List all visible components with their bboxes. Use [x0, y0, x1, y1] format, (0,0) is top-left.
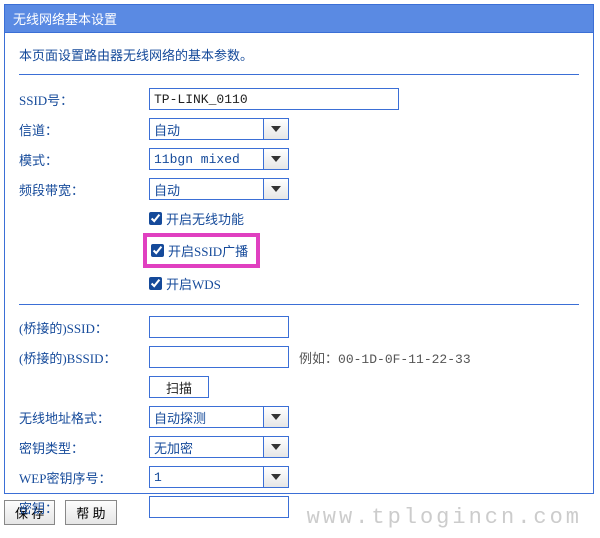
enable-wds-label: 开启WDS — [166, 274, 221, 293]
panel-title: 无线网络基本设置 — [5, 5, 593, 33]
wireless-settings-panel: 无线网络基本设置 本页面设置路由器无线网络的基本参数。 SSID号： 信道： 自… — [4, 4, 594, 494]
section-divider — [19, 304, 579, 305]
enable-wds-row[interactable]: 开启WDS — [149, 272, 579, 294]
chevron-down-icon — [271, 156, 281, 162]
enable-wds-checkbox[interactable] — [149, 277, 162, 290]
channel-label: 信道： — [19, 120, 149, 139]
chevron-down-icon — [271, 186, 281, 192]
key-label: 密钥： — [19, 498, 149, 517]
mode-select[interactable]: 11bgn mixed — [149, 148, 263, 170]
highlighted-ssid-broadcast: 开启SSID广播 — [143, 233, 260, 268]
bssid-example: 例如：00-1D-0F-11-22-33 — [299, 348, 471, 367]
wep-index-label: WEP密钥序号： — [19, 468, 149, 487]
enable-wireless-label: 开启无线功能 — [166, 209, 244, 228]
wep-index-select[interactable]: 1 — [149, 466, 263, 488]
chevron-down-icon — [271, 444, 281, 450]
mode-label: 模式： — [19, 150, 149, 169]
chevron-down-icon — [271, 126, 281, 132]
bridge-bssid-label: (桥接的)BSSID： — [19, 348, 149, 367]
mode-dropdown-button[interactable] — [263, 148, 289, 170]
enable-wireless-row[interactable]: 开启无线功能 — [149, 207, 579, 229]
addr-format-dropdown-button[interactable] — [263, 406, 289, 428]
bridge-ssid-input[interactable] — [149, 316, 289, 338]
key-type-select[interactable]: 无加密 — [149, 436, 263, 458]
scan-button[interactable]: 扫描 — [149, 376, 209, 398]
panel-body: 本页面设置路由器无线网络的基本参数。 SSID号： 信道： 自动 模式： 11b… — [5, 33, 593, 537]
enable-wireless-checkbox[interactable] — [149, 212, 162, 225]
key-type-label: 密钥类型： — [19, 438, 149, 457]
bandwidth-label: 频段带宽： — [19, 180, 149, 199]
channel-dropdown-button[interactable] — [263, 118, 289, 140]
bridge-bssid-input[interactable] — [149, 346, 289, 368]
chevron-down-icon — [271, 474, 281, 480]
wep-index-dropdown-button[interactable] — [263, 466, 289, 488]
intro-text: 本页面设置路由器无线网络的基本参数。 — [19, 45, 579, 75]
bridge-ssid-label: (桥接的)SSID： — [19, 318, 149, 337]
enable-ssid-broadcast-checkbox[interactable] — [151, 244, 164, 257]
channel-select[interactable]: 自动 — [149, 118, 263, 140]
ssid-input[interactable] — [149, 88, 399, 110]
addr-format-select[interactable]: 自动探测 — [149, 406, 263, 428]
addr-format-label: 无线地址格式： — [19, 408, 149, 427]
key-type-dropdown-button[interactable] — [263, 436, 289, 458]
enable-ssid-broadcast-label: 开启SSID广播 — [168, 241, 248, 260]
key-input[interactable] — [149, 496, 289, 518]
bandwidth-dropdown-button[interactable] — [263, 178, 289, 200]
chevron-down-icon — [271, 414, 281, 420]
ssid-label: SSID号： — [19, 90, 149, 109]
bandwidth-select[interactable]: 自动 — [149, 178, 263, 200]
